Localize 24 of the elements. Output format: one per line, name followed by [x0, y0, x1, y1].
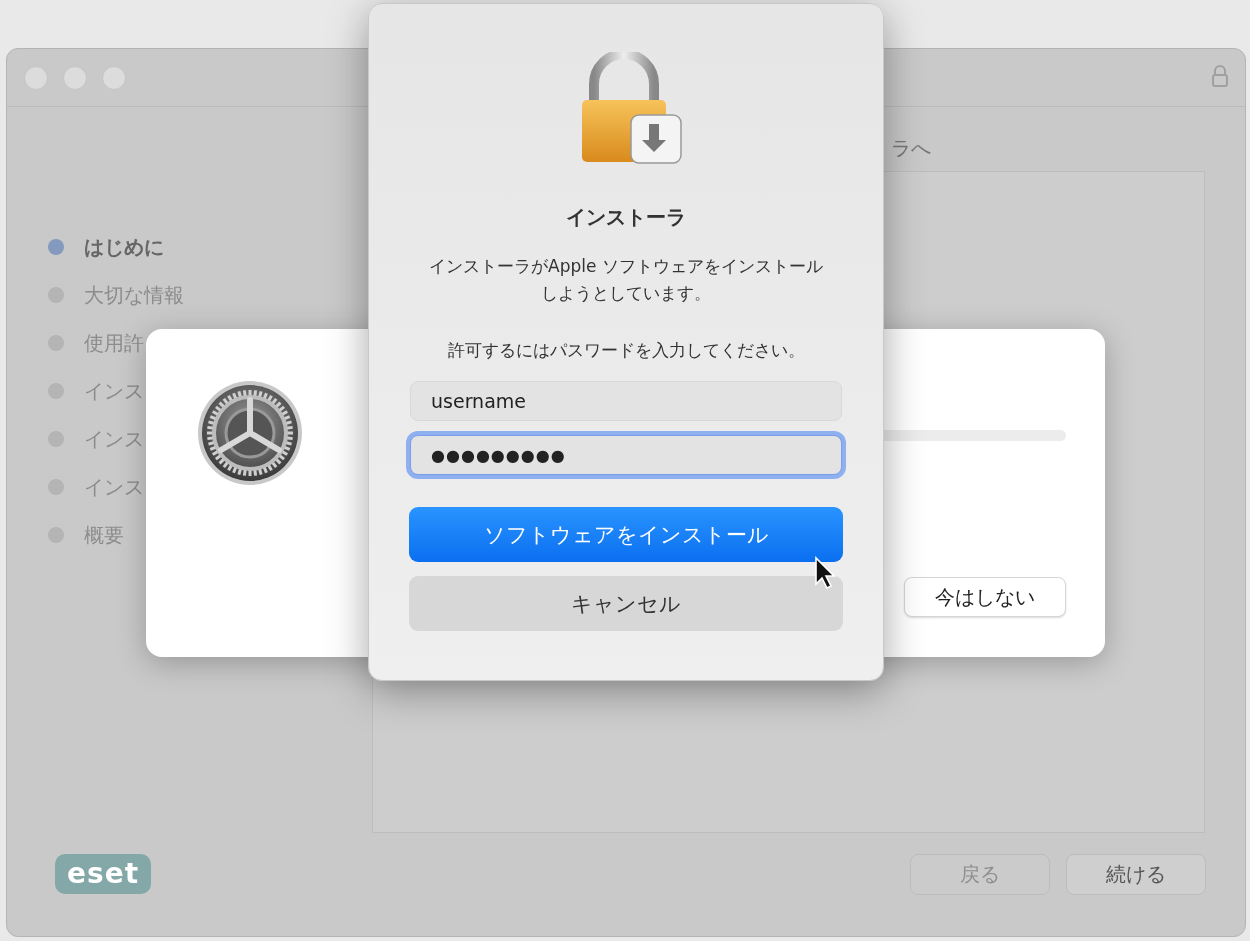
- zoom-button[interactable]: [102, 65, 126, 90]
- not-now-button[interactable]: 今はしない: [904, 577, 1066, 617]
- gear-icon: [197, 380, 303, 486]
- password-field[interactable]: ●●●●●●●●●: [410, 435, 842, 475]
- step-label: 概要: [84, 521, 124, 549]
- step-label: 使用許: [84, 329, 144, 357]
- step-label: インス: [84, 377, 144, 405]
- step-label: はじめに: [84, 233, 164, 261]
- dialog-button[interactable]: キャンセル: [409, 576, 843, 631]
- step-label: インス: [84, 425, 144, 453]
- dialog-button[interactable]: ソフトウェアをインストール: [409, 507, 843, 562]
- page-heading: ラへ: [891, 135, 931, 162]
- username-field[interactable]: username: [410, 381, 842, 421]
- minimize-button[interactable]: [63, 65, 87, 90]
- eset-logo: eset: [55, 854, 152, 894]
- lock-icon: [1212, 65, 1228, 87]
- dialog-title: インストーラ: [566, 204, 686, 231]
- step-label: インス: [84, 473, 144, 501]
- close-button[interactable]: [24, 65, 48, 90]
- step-label: 大切な情報: [84, 281, 184, 309]
- dialog-message: インストーラがApple ソフトウェアをインストールしようとしています。: [428, 255, 824, 305]
- password-prompt: 許可するにはパスワードを入力してください。: [447, 339, 805, 362]
- footer-button[interactable]: 続ける: [1066, 853, 1206, 895]
- cursor-icon: [814, 556, 836, 590]
